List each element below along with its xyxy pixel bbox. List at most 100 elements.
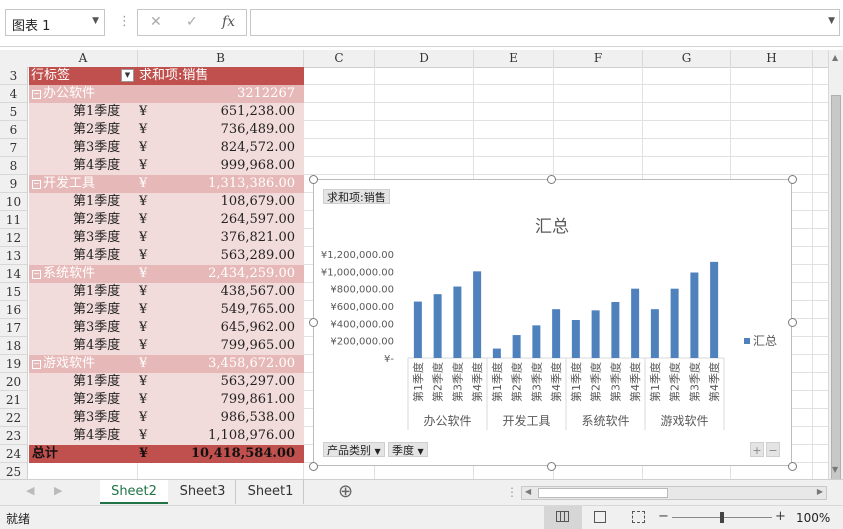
pivot-item-row[interactable]: 第3季度 ¥645,962.00: [29, 319, 304, 337]
collapse-icon[interactable]: −: [32, 90, 41, 99]
column-header-h[interactable]: H: [731, 50, 813, 67]
row-header-24[interactable]: 24: [0, 445, 27, 463]
row-header-13[interactable]: 13: [0, 247, 27, 265]
page-layout-icon[interactable]: [594, 511, 606, 523]
row-header-6[interactable]: 6: [0, 121, 27, 139]
tab-sheet2[interactable]: Sheet2: [100, 480, 168, 504]
pivot-item-row[interactable]: 第2季度 ¥264,597.00: [29, 211, 304, 229]
pivot-total-row[interactable]: 总计 ¥10,418,584.00: [29, 445, 304, 463]
row-label-cell[interactable]: 第2季度: [73, 391, 120, 409]
row-header-4[interactable]: 4: [0, 85, 27, 103]
add-sheet-icon[interactable]: ⊕: [338, 481, 353, 502]
pivot-chart[interactable]: 求和项:销售 汇总 ¥- ¥200,000.00 ¥400,000.00 ¥600,00…: [313, 179, 792, 466]
column-header-a[interactable]: A: [29, 50, 138, 67]
row-label-cell[interactable]: − 开发工具: [32, 175, 95, 193]
collapse-icon[interactable]: −: [32, 180, 41, 189]
row-label-cell[interactable]: − 游戏软件: [32, 355, 95, 373]
resize-handle-br[interactable]: [788, 462, 797, 471]
row-label-cell[interactable]: 第3季度: [73, 409, 120, 427]
row-header-16[interactable]: 16: [0, 301, 27, 319]
row-label-cell[interactable]: 第1季度: [73, 373, 120, 391]
pivot-item-row[interactable]: 第4季度 ¥563,289.00: [29, 247, 304, 265]
vertical-scrollbar[interactable]: ▲ ▼: [828, 50, 843, 485]
row-header-5[interactable]: 5: [0, 103, 27, 121]
row-header-3[interactable]: 3: [0, 67, 27, 85]
tab-sheet1[interactable]: Sheet1: [238, 480, 304, 504]
row-label-cell[interactable]: 第3季度: [73, 319, 120, 337]
pivot-item-row[interactable]: 第1季度 ¥651,238.00: [29, 103, 304, 121]
resize-handle-r[interactable]: [788, 318, 797, 327]
column-header-g[interactable]: G: [643, 50, 731, 67]
row-header-17[interactable]: 17: [0, 319, 27, 337]
prev-sheet-icon[interactable]: ◀: [26, 484, 34, 497]
row-labels-header[interactable]: 行标签: [31, 67, 70, 85]
pivot-group-row[interactable]: − 游戏软件 ¥3,458,672.00: [29, 355, 304, 373]
enter-icon[interactable]: ✓: [186, 14, 198, 30]
name-box[interactable]: 图表 1 ▼: [5, 9, 105, 36]
row-header-7[interactable]: 7: [0, 139, 27, 157]
pivot-item-row[interactable]: 第1季度 ¥438,567.00: [29, 283, 304, 301]
pivot-item-row[interactable]: 第1季度 ¥563,297.00: [29, 373, 304, 391]
row-header-22[interactable]: 22: [0, 409, 27, 427]
more-options-icon[interactable]: ⋮: [118, 14, 131, 29]
row-label-cell[interactable]: 第4季度: [73, 337, 120, 355]
more-options-icon[interactable]: ⋮: [506, 485, 518, 499]
pivot-item-row[interactable]: 第4季度 ¥999,968.00: [29, 157, 304, 175]
pivot-header-row[interactable]: 行标签 ▼ 求和项:销售: [29, 67, 304, 85]
collapse-icon[interactable]: −: [32, 270, 41, 279]
scroll-thumb[interactable]: [538, 488, 668, 498]
column-header-f[interactable]: F: [554, 50, 643, 67]
row-header-12[interactable]: 12: [0, 229, 27, 247]
pivot-item-row[interactable]: 第3季度 ¥824,572.00: [29, 139, 304, 157]
row-header-15[interactable]: 15: [0, 283, 27, 301]
row-label-cell[interactable]: 第1季度: [73, 103, 120, 121]
row-label-cell[interactable]: 第2季度: [73, 211, 120, 229]
scroll-down-icon[interactable]: ▼: [832, 465, 838, 474]
resize-handle-tr[interactable]: [788, 175, 797, 184]
collapse-icon[interactable]: −: [32, 360, 41, 369]
value-field-header[interactable]: 求和项:销售: [139, 67, 299, 85]
scroll-left-icon[interactable]: ◀: [525, 487, 531, 496]
horizontal-scrollbar[interactable]: ◀ ▶: [521, 486, 827, 500]
row-label-cell[interactable]: 第4季度: [73, 427, 120, 445]
row-header-23[interactable]: 23: [0, 427, 27, 445]
formula-input[interactable]: ▼: [250, 9, 840, 36]
scroll-right-icon[interactable]: ▶: [817, 487, 823, 496]
expand-field-icon[interactable]: +: [750, 442, 764, 457]
row-label-cell[interactable]: 第2季度: [73, 121, 120, 139]
pivot-item-row[interactable]: 第3季度 ¥376,821.00: [29, 229, 304, 247]
scroll-up-icon[interactable]: ▲: [832, 53, 838, 62]
row-label-cell[interactable]: 第3季度: [73, 139, 120, 157]
row-label-cell[interactable]: 第1季度: [73, 283, 120, 301]
filter-dropdown-icon[interactable]: ▼: [121, 69, 134, 82]
row-label-cell[interactable]: − 系统软件: [32, 265, 95, 283]
row-label-cell[interactable]: 第4季度: [73, 157, 120, 175]
row-label-cell[interactable]: 总计: [32, 445, 58, 463]
row-label-cell[interactable]: 第4季度: [73, 247, 120, 265]
pivot-item-row[interactable]: 第1季度 ¥108,679.00: [29, 193, 304, 211]
resize-handle-tl[interactable]: [309, 175, 318, 184]
row-header-8[interactable]: 8: [0, 157, 27, 175]
tab-sheet3[interactable]: Sheet3: [170, 480, 236, 504]
function-icon[interactable]: fx: [222, 14, 235, 30]
row-header-10[interactable]: 10: [0, 193, 27, 211]
column-header-c[interactable]: C: [304, 50, 375, 67]
scroll-thumb[interactable]: [831, 95, 841, 485]
column-header-d[interactable]: D: [375, 50, 474, 67]
row-label-cell[interactable]: 第1季度: [73, 193, 120, 211]
zoom-slider-thumb[interactable]: [720, 512, 724, 523]
pivot-item-row[interactable]: 第2季度 ¥799,861.00: [29, 391, 304, 409]
expand-formula-icon[interactable]: ▼: [828, 16, 835, 26]
page-break-icon[interactable]: [632, 511, 645, 523]
column-header-e[interactable]: E: [474, 50, 554, 67]
pivot-item-row[interactable]: 第4季度 ¥799,965.00: [29, 337, 304, 355]
row-header-9[interactable]: 9: [0, 175, 27, 193]
resize-handle-bl[interactable]: [309, 462, 318, 471]
resize-handle-t[interactable]: [547, 175, 556, 184]
zoom-out-icon[interactable]: −: [658, 509, 669, 524]
row-label-cell[interactable]: 第3季度: [73, 229, 120, 247]
row-header-11[interactable]: 11: [0, 211, 27, 229]
pivot-item-row[interactable]: 第2季度 ¥736,489.00: [29, 121, 304, 139]
resize-handle-l[interactable]: [309, 318, 318, 327]
next-sheet-icon[interactable]: ▶: [54, 484, 62, 497]
